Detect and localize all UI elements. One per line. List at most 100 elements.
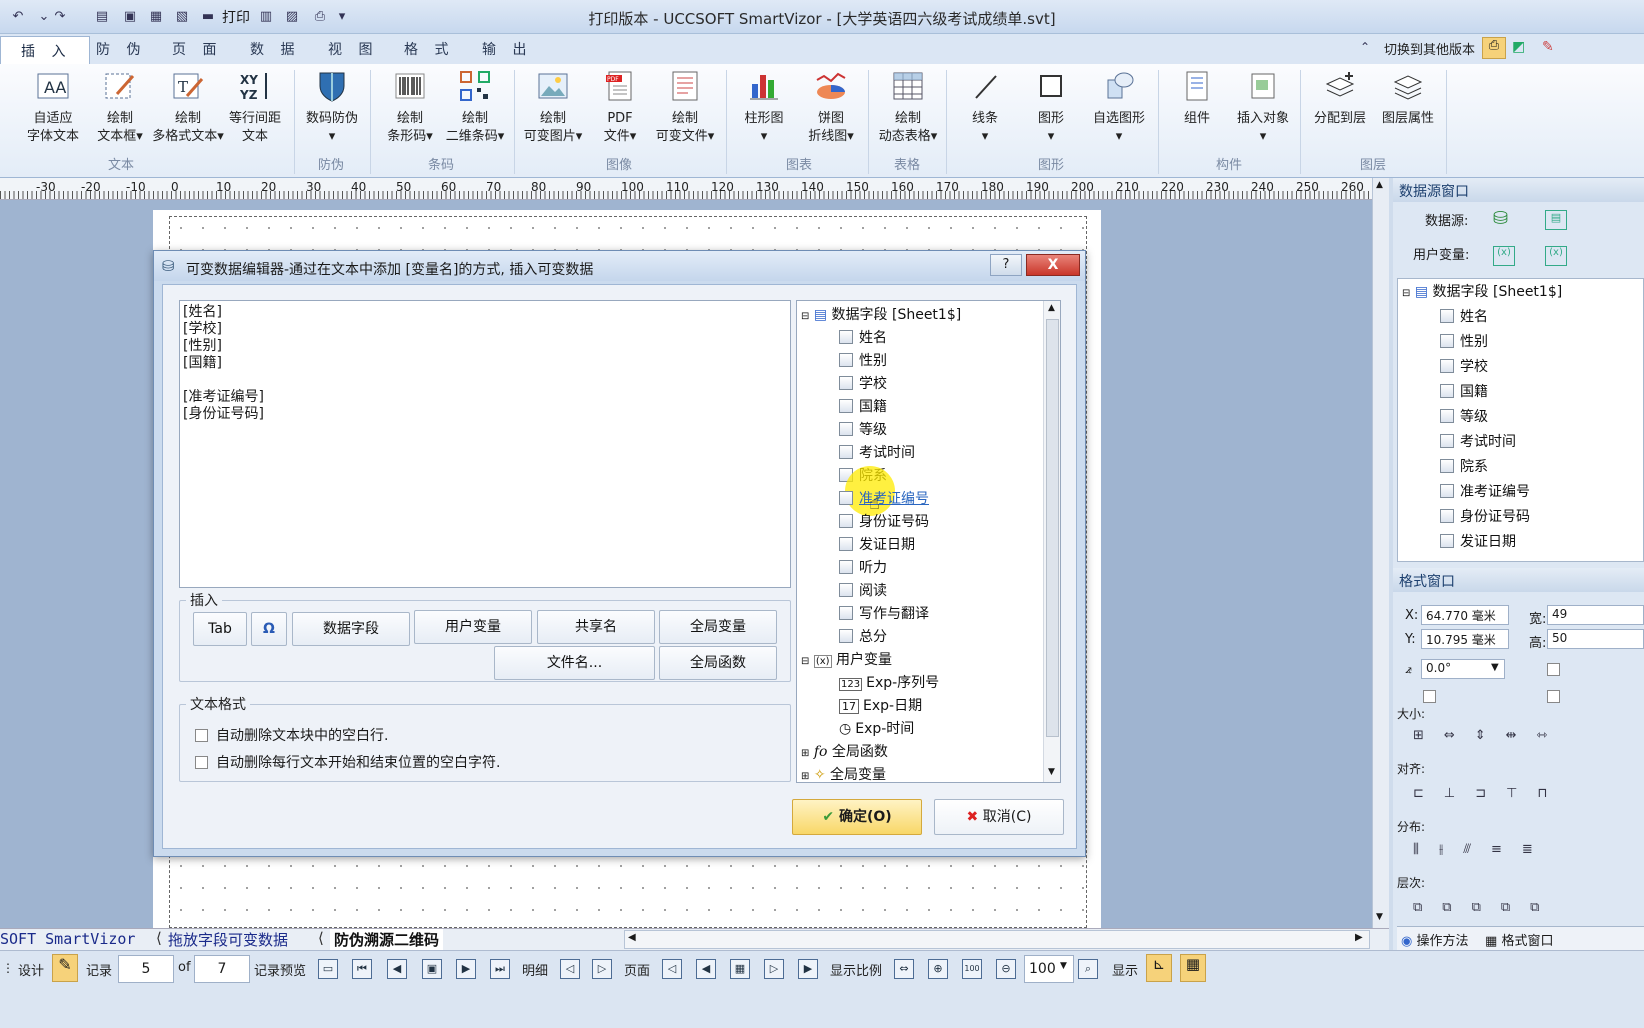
chevron-down-icon[interactable]: ▼ <box>1060 961 1067 971</box>
scroll-left-icon[interactable]: ◀ <box>628 932 636 943</box>
close-button[interactable]: X <box>1026 254 1080 276</box>
tree-field[interactable]: 学校 <box>1440 356 1488 376</box>
draw-textbox-button[interactable]: 绘制 文本框▾ <box>92 68 148 146</box>
draw-barcode-button[interactable]: 绘制 条形码▾ <box>382 68 438 146</box>
detail-prev-icon[interactable]: ◁ <box>560 959 580 979</box>
horizontal-scrollbar[interactable]: ◀ ▶ <box>624 930 1370 949</box>
tree-field[interactable]: 写作与翻译 <box>839 603 929 623</box>
grid-toggle-icon[interactable]: ▦ <box>1180 954 1206 982</box>
y-input[interactable]: 10.795 毫米 <box>1421 629 1509 649</box>
expand-icon[interactable]: ⊞ <box>801 771 809 782</box>
scroll-up-icon[interactable]: ▲ <box>1048 303 1055 313</box>
line-button[interactable]: 线条 ▾ <box>962 68 1008 146</box>
scroll-right-icon[interactable]: ▶ <box>1355 932 1363 943</box>
switch-version-link[interactable]: 切换到其他版本 <box>1384 39 1475 58</box>
tree-field[interactable]: 身份证号码 <box>1440 506 1530 526</box>
canvas-vertical-scrollbar[interactable]: ▲ ▼ <box>1372 178 1389 928</box>
custom-shape-button[interactable]: 自选图形 ▾ <box>1088 68 1150 146</box>
doc-tab[interactable]: SOFT SmartVizor <box>0 930 135 948</box>
tree-user-variable-item[interactable]: 123 Exp-序列号 <box>839 672 939 692</box>
collapse-icon[interactable]: ⊟ <box>1402 288 1410 299</box>
tree-field[interactable]: 发证日期 <box>1440 531 1516 551</box>
zoom-100-icon[interactable]: 100 <box>962 959 982 979</box>
ruler-toggle-icon[interactable]: ⊾ <box>1146 954 1172 982</box>
next-record-icon[interactable]: ▶ <box>456 959 476 979</box>
tree-field[interactable]: 姓名 <box>839 327 887 347</box>
remove-blank-lines-option[interactable]: 自动删除文本块中的空白行. <box>195 725 388 745</box>
tree-scrollbar[interactable]: ▲ ▼ <box>1043 301 1060 782</box>
checkbox[interactable] <box>195 729 208 742</box>
draw-variable-image-button[interactable]: 绘制 可变图片▾ <box>520 68 586 146</box>
tree-global-variable-node[interactable]: ⊞ ✧ 全局变量 <box>801 764 886 782</box>
digital-anticounterfeit-button[interactable]: 数码防伪 ▾ <box>302 68 362 146</box>
first-record-icon[interactable]: ⏮ <box>352 959 372 979</box>
lock-checkbox[interactable] <box>1547 663 1560 676</box>
ok-button[interactable]: ✔ 确定(O) <box>792 799 922 835</box>
tree-field[interactable]: 听力 <box>839 557 887 577</box>
help-button[interactable]: ? <box>990 254 1022 276</box>
size-tool-icons[interactable]: ⊞⇔⇕⇹⇿ <box>1413 728 1567 743</box>
tree-root-node[interactable]: ⊟ ▤ 数据字段 [Sheet1$] <box>1402 281 1562 301</box>
fit-width-icon[interactable]: ⇔ <box>894 959 914 979</box>
tab-data[interactable]: 数 据 <box>250 39 300 59</box>
scroll-up-icon[interactable]: ▲ <box>1376 180 1383 190</box>
text-editor[interactable]: [姓名] [学校] [性别] [国籍] [准考证编号] [身份证号码] <box>179 300 791 588</box>
draw-rich-text-button[interactable]: T 绘制 多格式文本▾ <box>150 68 226 146</box>
tree-user-variable-item[interactable]: ◷ Exp-时间 <box>839 718 914 738</box>
tree-root-node[interactable]: ⊟ ▤ 数据字段 [Sheet1$] <box>801 304 961 324</box>
detail-next-icon[interactable]: ▷ <box>592 959 612 979</box>
last-record-icon[interactable]: ⏭ <box>490 959 510 979</box>
trim-whitespace-option[interactable]: 自动删除每行文本开始和结束位置的空白字符. <box>195 752 500 772</box>
tree-field[interactable]: 考试时间 <box>1440 431 1516 451</box>
page-view-icon[interactable]: ▦ <box>730 959 750 979</box>
draw-qrcode-button[interactable]: 绘制 二维条码▾ <box>442 68 508 146</box>
layer-order-icons[interactable]: ⧉⧉⧉⧉⧉ <box>1413 900 1559 915</box>
scroll-thumb[interactable] <box>1046 319 1059 737</box>
database-icon[interactable]: ⛁ <box>1493 208 1508 229</box>
tree-field[interactable]: 等级 <box>1440 406 1488 426</box>
tree-field[interactable]: 等级 <box>839 419 887 439</box>
design-mode-icon[interactable]: ◩ <box>1512 39 1525 55</box>
layer-properties-button[interactable]: 图层属性 <box>1374 68 1442 128</box>
collapse-ribbon-icon[interactable]: ⌃ <box>1360 40 1370 54</box>
find-record-icon[interactable]: ▣ <box>422 959 442 979</box>
page-next-icon[interactable]: ▷ <box>764 959 784 979</box>
zoom-magnify-icon[interactable]: ⌕ <box>1078 959 1098 979</box>
tab-view[interactable]: 视 图 <box>328 39 378 59</box>
tab-operations[interactable]: ◉ 操作方法 <box>1401 930 1469 949</box>
collapse-icon[interactable]: ⊟ <box>801 656 809 667</box>
zoom-in-icon[interactable]: ⊕ <box>928 959 948 979</box>
tree-user-variable-item[interactable]: 17 Exp-日期 <box>839 695 922 715</box>
page-last-icon[interactable]: ▶ <box>798 959 818 979</box>
print-mode-icon[interactable]: ⎙ <box>1482 37 1506 59</box>
tab-page[interactable]: 页 面 <box>172 39 222 59</box>
tree-field[interactable]: 发证日期 <box>839 534 915 554</box>
tree-field-hovered[interactable]: 准考证编号 <box>839 488 929 508</box>
edit-user-variable-icon[interactable]: (x) <box>1545 246 1567 266</box>
equal-line-spacing-text-button[interactable]: XY YZ 等行间距 文本 <box>226 68 284 146</box>
page-first-icon[interactable]: ◁ <box>662 959 682 979</box>
extra-checkbox[interactable] <box>1547 690 1560 703</box>
shape-button[interactable]: 图形 ▾ <box>1028 68 1074 146</box>
draw-variable-file-button[interactable]: 绘制 可变文件▾ <box>652 68 718 146</box>
design-mode-button[interactable]: ✎ <box>52 954 78 982</box>
data-field-button[interactable]: 数据字段 <box>292 612 410 646</box>
tab-format-window[interactable]: ▦ 格式窗口 <box>1485 930 1553 949</box>
checkbox[interactable] <box>195 756 208 769</box>
collapse-icon[interactable]: ⊟ <box>801 311 809 322</box>
record-number-input[interactable]: 5 <box>118 955 174 983</box>
pie-line-chart-button[interactable]: 饼图 折线图▾ <box>802 68 860 146</box>
tree-field[interactable]: 准考证编号 <box>1440 481 1530 501</box>
height-input[interactable]: 50 <box>1547 629 1644 649</box>
expand-icon[interactable]: ⊞ <box>801 748 809 759</box>
draw-dynamic-table-button[interactable]: 绘制 动态表格▾ <box>874 68 942 146</box>
add-user-variable-icon[interactable]: (x) <box>1493 246 1515 266</box>
shared-name-button[interactable]: 共享名 <box>537 610 655 644</box>
prev-record-icon[interactable]: ◀ <box>387 959 407 979</box>
doc-tab[interactable]: 拖放字段可变数据 <box>168 929 288 950</box>
tree-field[interactable]: 国籍 <box>1440 381 1488 401</box>
adaptive-font-text-button[interactable]: AA 自适应 字体文本 <box>22 68 84 146</box>
overprint-checkbox[interactable] <box>1423 690 1436 703</box>
page-prev-icon[interactable]: ◀ <box>696 959 716 979</box>
tree-field[interactable]: 考试时间 <box>839 442 915 462</box>
